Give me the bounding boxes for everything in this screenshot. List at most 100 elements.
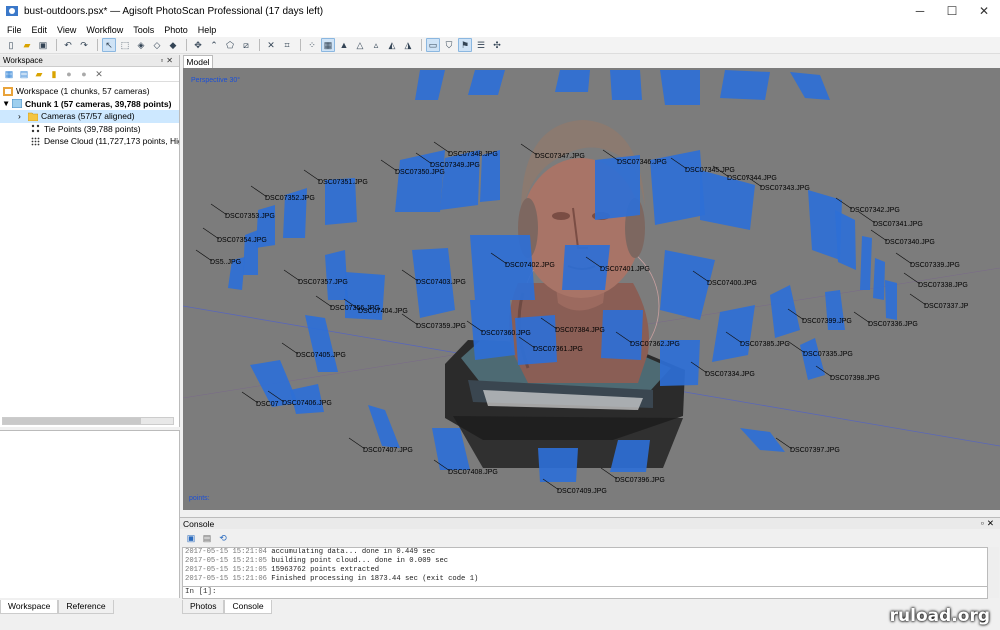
tree-chunk[interactable]: ▾ Chunk 1 (57 cameras, 39,788 points) xyxy=(0,98,179,111)
model-shaded-icon[interactable]: ▲ xyxy=(337,38,351,52)
console-line: 2017-05-15 15:21:05 building point cloud… xyxy=(185,557,449,565)
rotate-region-icon[interactable]: ◆ xyxy=(166,38,180,52)
tree-dense-cloud[interactable]: Dense Cloud (11,727,173 points, Hig xyxy=(0,135,179,148)
camera-frustum[interactable] xyxy=(610,70,642,100)
show-cameras-icon[interactable]: ▭ xyxy=(426,38,440,52)
tab-workspace[interactable]: Workspace xyxy=(0,600,59,614)
console-panel-title: Console xyxy=(183,518,215,529)
console-scrollbar[interactable] xyxy=(988,547,999,598)
disable-icon[interactable]: ● xyxy=(78,68,90,80)
save-log-icon[interactable]: ▣ xyxy=(184,532,198,546)
camera-frustum[interactable] xyxy=(415,70,445,100)
camera-frustum[interactable] xyxy=(395,150,445,212)
run-script-icon[interactable]: ⟲ xyxy=(216,532,230,546)
close-button[interactable]: ✕ xyxy=(968,0,1000,22)
camera-label: DSC07341.JPG xyxy=(873,221,923,228)
tree-tie-points[interactable]: Tie Points (39,788 points) xyxy=(0,123,179,136)
redo-icon[interactable]: ↷ xyxy=(77,38,91,52)
camera-frustum[interactable] xyxy=(440,150,480,210)
tab-reference[interactable]: Reference xyxy=(58,600,114,614)
camera-label: DSC07402.JPG xyxy=(505,262,555,269)
main-toolbar: ▯ ▰ ▣ ↶ ↷ ↖ ⬚ ◈ ◇ ◆ ✥ ⌃ ⬠ ⧄ ✕ ⌗ ⁘ ▦ ▲ △ … xyxy=(0,37,1000,54)
point-cloud-icon[interactable]: ⁘ xyxy=(305,38,319,52)
scrollbar-thumb[interactable] xyxy=(3,418,141,424)
crop-selection-icon[interactable]: ⌗ xyxy=(280,38,294,52)
panel-float-close-controls[interactable]: ▫✕ xyxy=(981,518,997,529)
model-textured-icon[interactable]: ◭ xyxy=(385,38,399,52)
menu-workflow[interactable]: Workflow xyxy=(81,25,128,35)
delete-selection-icon[interactable]: ✕ xyxy=(264,38,278,52)
camera-label: DSC07354.JPG xyxy=(217,237,267,244)
camera-frustum[interactable] xyxy=(800,338,825,380)
panel-float-close-controls[interactable]: ▫✕ xyxy=(160,56,176,65)
resize-region-icon[interactable]: ◇ xyxy=(150,38,164,52)
add-markers-icon[interactable]: ▮ xyxy=(48,68,60,80)
tab-console[interactable]: Console xyxy=(224,600,272,614)
camera-frustum[interactable] xyxy=(538,448,578,482)
console-output: 2017-05-15 15:21:04 accumulating data...… xyxy=(182,547,988,587)
camera-frustum[interactable] xyxy=(720,70,770,100)
camera-frustum[interactable] xyxy=(555,70,590,92)
undo-icon[interactable]: ↶ xyxy=(61,38,75,52)
camera-frustum[interactable] xyxy=(325,250,348,300)
add-photos-icon[interactable]: ▤ xyxy=(18,68,30,80)
camera-frustum[interactable] xyxy=(860,236,872,290)
enable-icon[interactable]: ● xyxy=(63,68,75,80)
camera-frustum[interactable] xyxy=(712,305,755,362)
camera-frustum[interactable] xyxy=(885,280,897,320)
ruler-icon[interactable]: ⧄ xyxy=(239,38,253,52)
show-shapes-icon[interactable]: ⚑ xyxy=(458,38,472,52)
move-object-icon[interactable]: ✥ xyxy=(191,38,205,52)
camera-frustum[interactable] xyxy=(601,310,643,360)
camera-frustum[interactable] xyxy=(660,70,700,105)
add-folder-icon[interactable]: ▰ xyxy=(33,68,45,80)
move-region-icon[interactable]: ◈ xyxy=(134,38,148,52)
draw-polygon-icon[interactable]: ⬠ xyxy=(223,38,237,52)
rectangle-selection-icon[interactable]: ⬚ xyxy=(118,38,132,52)
camera-frustum[interactable] xyxy=(290,384,324,414)
minimize-button[interactable]: ─ xyxy=(904,0,936,22)
camera-frustum[interactable] xyxy=(305,315,338,372)
dense-cloud-icon[interactable]: ▦ xyxy=(321,38,335,52)
camera-frustum[interactable] xyxy=(468,70,505,95)
expand-arrow-icon[interactable]: › xyxy=(18,111,28,121)
open-folder-icon[interactable]: ▰ xyxy=(20,38,34,52)
menu-file[interactable]: File xyxy=(2,25,27,35)
draw-point-icon[interactable]: ⌃ xyxy=(207,38,221,52)
console-input[interactable]: In [1]: xyxy=(182,587,988,599)
add-chunk-icon[interactable]: ▦ xyxy=(3,68,15,80)
projection-label: Perspective 30° xyxy=(191,77,241,84)
save-icon[interactable]: ▣ xyxy=(36,38,50,52)
show-markers-icon[interactable]: ⛉ xyxy=(442,38,456,52)
maximize-button[interactable]: ☐ xyxy=(936,0,968,22)
menu-tools[interactable]: Tools xyxy=(128,25,159,35)
tree-workspace-root[interactable]: Workspace (1 chunks, 57 cameras) xyxy=(0,85,179,98)
camera-frustum[interactable] xyxy=(873,258,885,300)
tiled-model-icon[interactable]: ◮ xyxy=(401,38,415,52)
menu-help[interactable]: Help xyxy=(193,25,222,35)
menu-view[interactable]: View xyxy=(52,25,81,35)
collapse-arrow-icon[interactable]: ▾ xyxy=(4,98,12,109)
show-trackball-icon[interactable]: ✣ xyxy=(490,38,504,52)
tree-cameras[interactable]: › Cameras (57/57 aligned) xyxy=(0,110,179,123)
workspace-horizontal-scrollbar[interactable] xyxy=(2,417,174,425)
camera-frustum[interactable] xyxy=(740,428,785,452)
model-viewport[interactable]: DSC07348.JPG DSC07347.JPG DSC07346.JPG DSC0… xyxy=(183,68,1000,510)
menu-edit[interactable]: Edit xyxy=(27,25,53,35)
navigation-icon[interactable]: ↖ xyxy=(102,38,116,52)
camera-frustum[interactable] xyxy=(835,210,856,270)
model-wireframe-icon[interactable]: ▵ xyxy=(369,38,383,52)
new-document-icon[interactable]: ▯ xyxy=(4,38,18,52)
show-region-icon[interactable]: ☰ xyxy=(474,38,488,52)
tab-photos[interactable]: Photos xyxy=(182,600,225,614)
tab-model[interactable]: Model xyxy=(183,55,213,68)
camera-label: DSC07384.JPG xyxy=(555,327,605,334)
camera-frustum[interactable] xyxy=(770,285,800,338)
clear-log-icon[interactable]: ▤ xyxy=(200,532,214,546)
camera-frustum[interactable] xyxy=(515,315,557,365)
camera-frustum[interactable] xyxy=(790,72,830,100)
model-solid-icon[interactable]: △ xyxy=(353,38,367,52)
camera-frustum[interactable] xyxy=(368,405,400,448)
menu-photo[interactable]: Photo xyxy=(159,25,193,35)
remove-item-icon[interactable]: ✕ xyxy=(93,68,105,80)
